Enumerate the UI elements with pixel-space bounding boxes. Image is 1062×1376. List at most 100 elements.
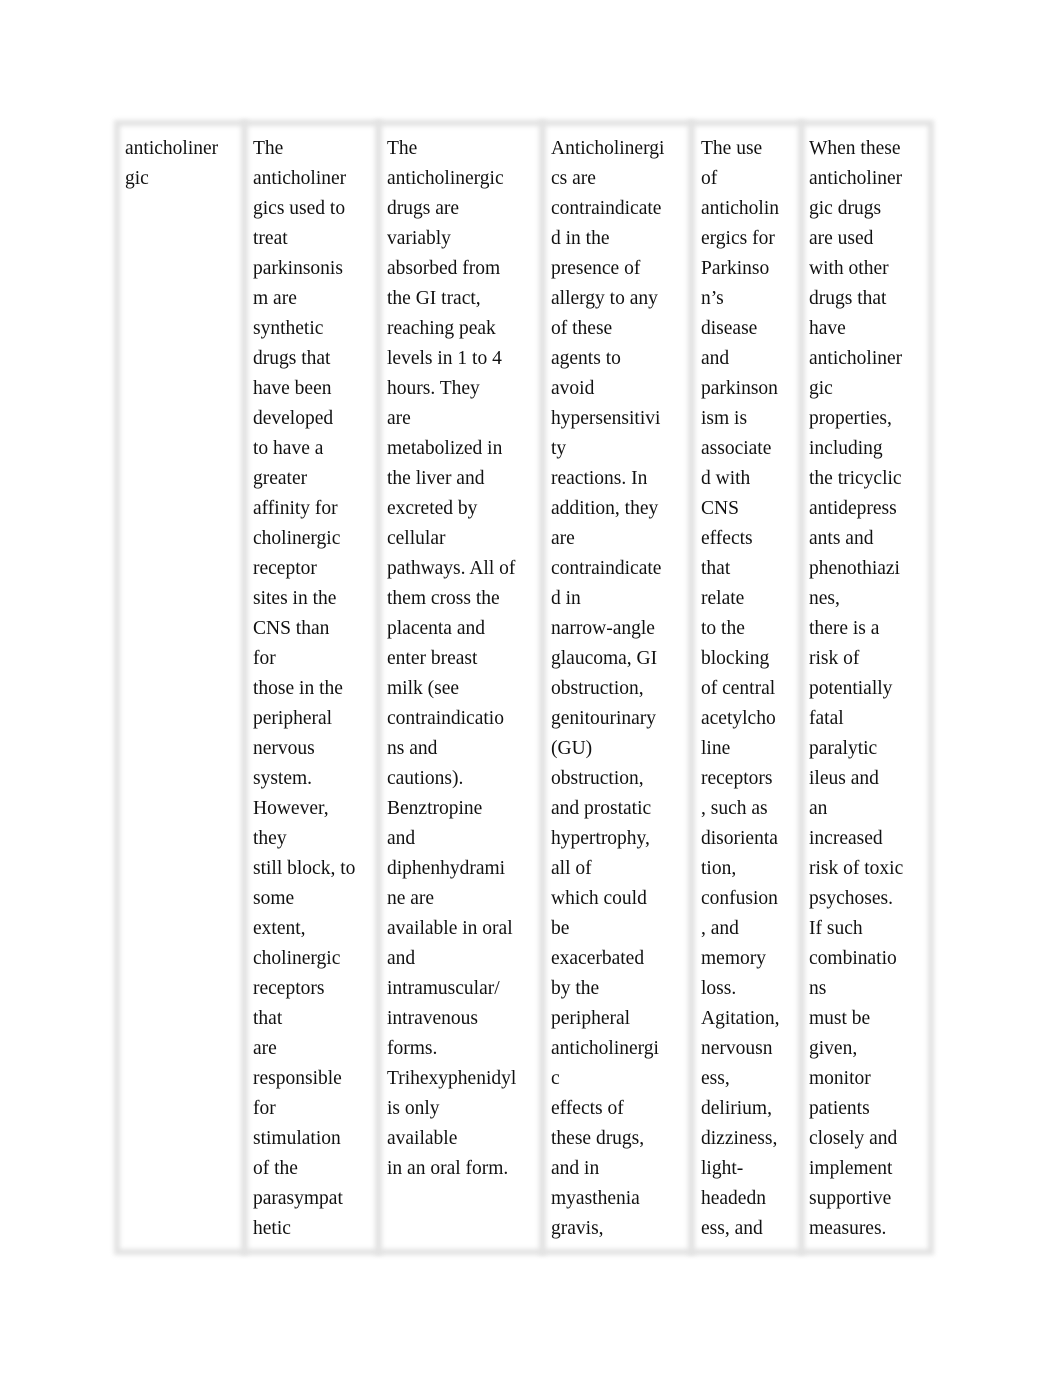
cell-text-line: synthetic [253,318,324,339]
cell-text-line: combinatio [809,948,897,969]
cell-text-line: phenothiazi [809,558,900,579]
cell-text-line: closely and [809,1128,898,1149]
cell-text-line: the GI tract, [387,288,481,309]
cell-text-line: If such [809,918,863,939]
cell-text-line: are [253,1038,277,1059]
cell-text-line: of these [551,318,613,339]
cell-text-line: and [701,348,730,369]
cell-text-line: cautions). [387,768,464,789]
cell-text-line: genitourinary [551,708,657,729]
cell-text-line: absorbed from [387,258,501,279]
cell-text-line: d in [551,588,581,609]
cell-text-line: glaucoma, GI [551,648,658,669]
cell-text-line: are [387,408,411,429]
cell-text-line: increased [809,828,883,849]
cell-text-line: peripheral [253,708,333,729]
cell-text-line: enter breast [387,648,478,669]
cell-text-line: available [387,1128,458,1149]
cell-text-line: gic [125,168,149,189]
cell-text-line: c [551,1068,560,1089]
cell-text-line: monitor [809,1068,871,1089]
cell-text-line: receptors [253,978,325,999]
cell-text-line: pathways. All of [387,558,516,579]
cell-text-line: cellular [387,528,446,549]
cell-text-line: risk of [809,648,860,669]
cell-text-line: contraindicate [551,198,662,219]
cell-text-line: with other [809,258,889,279]
cell-text-line: affinity for [253,498,338,519]
cell-therapeutic-action: The anticholiner gics used to treat parkinso… [253,134,355,1244]
cell-text-line: When these [809,138,901,159]
cell-text-line: Trihexyphenidyl [387,1068,517,1089]
cell-text-line: acetylcho [701,708,776,729]
cell-text-line: they [253,828,287,849]
cell-text-line: nes, [809,588,840,609]
cell-text-line: them cross the [387,588,500,609]
cell-text-line: dizziness, [701,1128,778,1149]
cell-text-line: exacerbated [551,948,645,969]
cell-text-line: drugs that [253,348,331,369]
cell-text-line: parasympat [253,1188,343,1209]
cell-text-line: ns [809,978,827,999]
cell-text-line: risk of toxic [809,858,904,879]
cell-text-line: responsible [253,1068,342,1089]
cell-text-line: gics used to [253,198,346,219]
cell-text-line: The [253,138,284,159]
cell-text-line: hetic [253,1218,291,1239]
cell-text-line: by the [551,978,600,999]
cell-text-line: anticholin [701,198,779,219]
cell-text-line: and [387,948,416,969]
cell-text-line: in an oral form. [387,1158,509,1179]
cell-text-line: measures. [809,1218,887,1239]
cell-text-line: treat [253,228,288,249]
cell-text-line: excreted by [387,498,478,519]
cell-text-line: parkinsonis [253,258,343,279]
cell-text-line: stimulation [253,1128,341,1149]
cell-text-line: supportive [809,1188,892,1209]
cell-text-line: peripheral [551,1008,631,1029]
cell-text-line: Anticholinergi [551,138,665,159]
cell-text-line: disorienta [701,828,778,849]
cell-text-line: nervous [253,738,315,759]
cell-text-line: drugs that [809,288,887,309]
cell-text-line: ess, [701,1068,730,1089]
cell-text-line: diphenhydrami [387,858,506,879]
column-divider [241,120,248,1255]
cell-text-line: some [253,888,295,909]
cell-drug-class: anticholiner gic [125,134,218,194]
cell-text-line: headedn [701,1188,766,1209]
cell-text-line: CNS than [253,618,330,639]
cell-text-line: , and [701,918,739,939]
cell-text-line: ergics for [701,228,775,249]
cell-text-line: ess, and [701,1218,763,1239]
cell-text-line: ism is [701,408,748,429]
cell-text-line: The use [701,138,763,159]
cell-text-line: of the [253,1158,298,1179]
cell-text-line: anticholinergi [551,1038,659,1059]
cell-text-line: be [551,918,570,939]
cell-text-line: of [701,168,718,189]
cell-text-line: cholinergic [253,948,341,969]
cell-text-line: reaching peak [387,318,496,339]
cell-text-line: receptor [253,558,317,579]
cell-text-line: nervousn [701,1038,773,1059]
cell-text-line: potentially [809,678,893,699]
cell-text-line: gravis, [551,1218,604,1239]
cell-text-line: d with [701,468,751,489]
drug-info-table: anticholiner gic The anticholiner gics used… [114,120,934,1255]
cell-text-line: presence of [551,258,641,279]
cell-text-line: system. [253,768,313,789]
cell-text-line: Benztropine [387,798,483,819]
cell-text-line: to have a [253,438,324,459]
cell-text-line: ns and [387,738,438,759]
cell-text-line: d in the [551,228,610,249]
cell-text-line: The [387,138,418,159]
cell-text-line: variably [387,228,451,249]
cell-text-line: the liver and [387,468,485,489]
cell-text-line: properties, [809,408,892,429]
cell-text-line: agents to [551,348,621,369]
cell-text-line: hypersensitivi [551,408,661,429]
cell-text-line: must be [809,1008,871,1029]
cell-text-line: memory [701,948,766,969]
cell-text-line: anticholinergic [387,168,504,189]
